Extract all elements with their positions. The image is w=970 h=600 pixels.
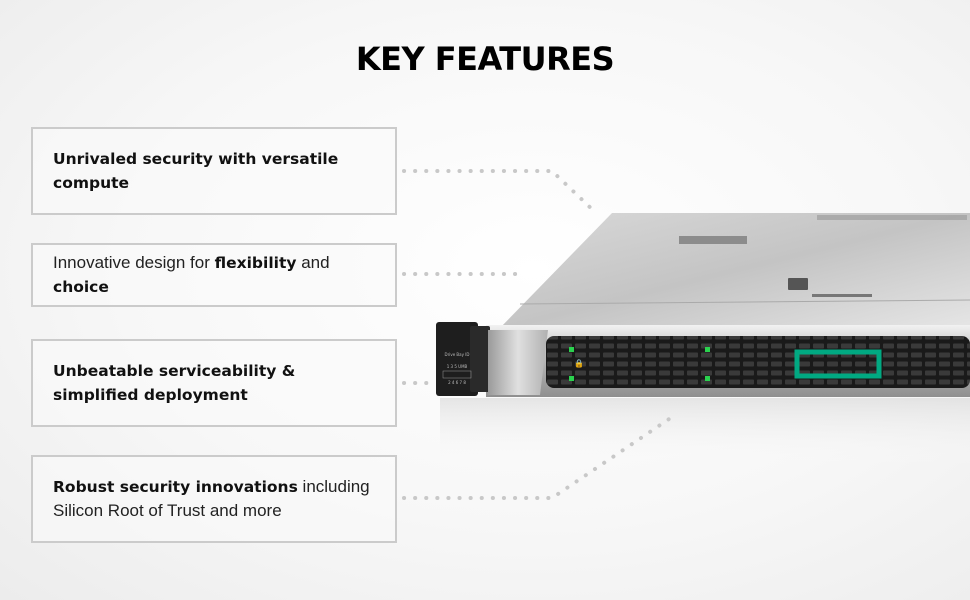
status-led <box>569 347 574 352</box>
bay-numbers-bottom: 2 4 6 7 8 <box>448 380 466 385</box>
status-led <box>705 376 710 381</box>
server-reflection <box>440 398 970 468</box>
server-top-panel <box>498 213 970 330</box>
drive-bay-label: Drive Bay ID <box>444 352 469 357</box>
drive-bay-tag: Drive Bay ID 1 3 5 UMB 2 4 6 7 8 <box>436 322 490 396</box>
bezel-handle <box>488 330 548 395</box>
server-illustration: Drive Bay ID 1 3 5 UMB 2 4 6 7 8 🔒 <box>436 213 970 468</box>
bay-numbers-top: 1 3 5 UMB <box>447 364 468 369</box>
top-vent <box>679 236 747 244</box>
status-led <box>569 376 574 381</box>
lock-icon: 🔒 <box>574 359 584 368</box>
front-grill <box>546 336 970 388</box>
status-led <box>705 347 710 352</box>
